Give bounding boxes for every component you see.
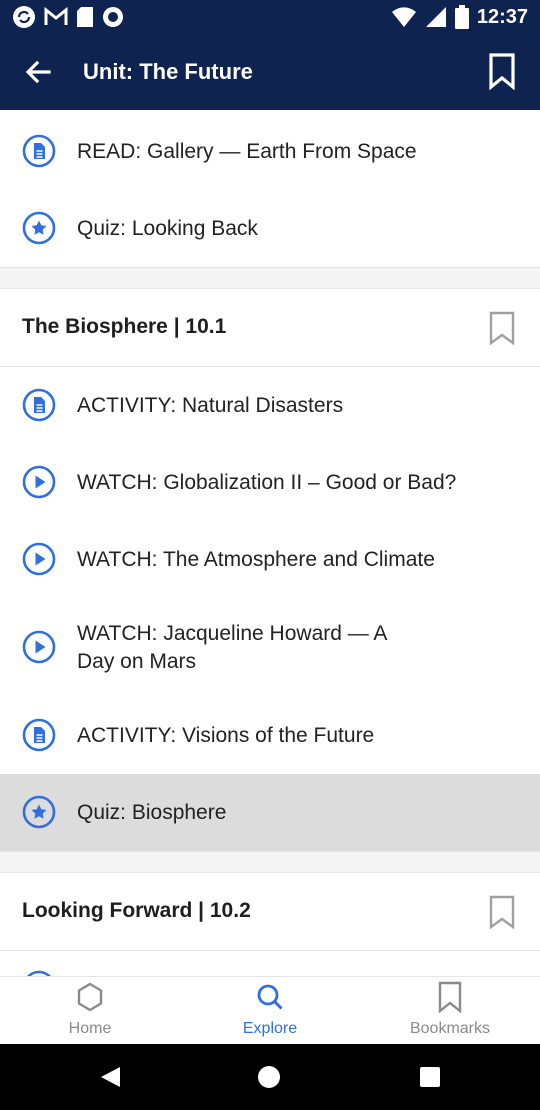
section-title: Looking Forward | 10.2 [22, 899, 251, 922]
document-icon [22, 134, 56, 168]
list-item-globalization[interactable]: WATCH: Globalization II – Good or Bad? [0, 444, 540, 521]
play-icon [22, 465, 56, 499]
system-nav-bar [0, 1044, 540, 1110]
play-icon [22, 630, 56, 664]
gmail-icon [44, 7, 68, 25]
list-item-visions-future[interactable]: ACTIVITY: Visions of the Future [0, 697, 540, 774]
tab-label: Home [68, 1020, 112, 1037]
nav-recents-icon[interactable] [420, 1067, 440, 1087]
list-item-label: ACTIVITY: Natural Disasters [77, 394, 344, 417]
back-arrow-icon[interactable] [22, 56, 54, 88]
circle-record-icon [103, 7, 123, 27]
list-item-day-on-mars[interactable]: WATCH: Jacqueline Howard — A Day on Mars [0, 598, 540, 698]
list-item-read-gallery[interactable]: READ: Gallery — Earth From Space [0, 113, 540, 190]
sd-card-icon [77, 7, 93, 27]
list-item-label: WATCH: Globalization II – Good or Bad? [77, 471, 457, 494]
status-icons-right: 12:37 [391, 5, 528, 29]
search-icon [257, 984, 283, 1010]
status-time: 12:37 [476, 6, 528, 28]
sync-icon [13, 6, 35, 28]
nav-home-icon[interactable] [258, 1066, 280, 1088]
tab-label: Explore [242, 1020, 298, 1037]
list-item-label-line2: Day on Mars [77, 650, 197, 673]
bottom-tab-bar: Home Explore Bookmarks [0, 976, 540, 1045]
play-icon [22, 542, 56, 576]
list-item-quiz-looking-back[interactable]: Quiz: Looking Back [0, 190, 540, 267]
list-item-label: WATCH: The Atmosphere and Climate [77, 548, 435, 571]
list-item-label: ACTIVITY: Visions of the Future [77, 724, 375, 747]
app-bar: Unit: The Future [0, 34, 540, 110]
battery-icon [454, 5, 469, 29]
tab-home[interactable]: Home [0, 977, 180, 1045]
wifi-icon [391, 7, 416, 27]
document-icon [22, 388, 56, 422]
section-header-looking-forward[interactable]: Looking Forward | 10.2 [0, 873, 540, 951]
status-icons-left [12, 5, 124, 29]
bookmark-icon [438, 981, 462, 1013]
lesson-list: READ: Gallery — Earth From Space Quiz: L… [0, 110, 540, 976]
list-item-natural-disasters[interactable]: ACTIVITY: Natural Disasters [0, 367, 540, 444]
nav-back-icon[interactable] [98, 1065, 122, 1089]
bookmark-icon[interactable] [488, 895, 516, 929]
list-item-label: READ: Gallery — Earth From Space [77, 140, 417, 163]
list-item-label: Quiz: Looking Back [77, 217, 258, 240]
page-title: Unit: The Future [83, 59, 253, 84]
list-item-atmosphere[interactable]: WATCH: The Atmosphere and Climate [0, 521, 540, 598]
star-icon [22, 211, 56, 245]
tab-label: Bookmarks [409, 1020, 491, 1037]
bookmark-icon[interactable] [488, 311, 516, 345]
list-item-quiz-biosphere[interactable]: Quiz: Biosphere [0, 774, 540, 851]
section-title: The Biosphere | 10.1 [22, 315, 227, 338]
status-bar: 12:37 [0, 0, 540, 34]
list-item-label: Quiz: Biosphere [77, 801, 227, 824]
bookmark-icon[interactable] [486, 52, 518, 90]
document-icon [22, 718, 56, 752]
list-item-label-line1: WATCH: Jacqueline Howard — A [77, 622, 388, 645]
tab-explore[interactable]: Explore [180, 977, 360, 1045]
signal-icon [425, 7, 446, 27]
star-icon [22, 795, 56, 829]
section-divider [0, 267, 540, 289]
tab-bookmarks[interactable]: Bookmarks [360, 977, 540, 1045]
hexagon-home-icon [77, 982, 103, 1012]
section-header-biosphere[interactable]: The Biosphere | 10.1 [0, 289, 540, 367]
section-divider [0, 851, 540, 873]
